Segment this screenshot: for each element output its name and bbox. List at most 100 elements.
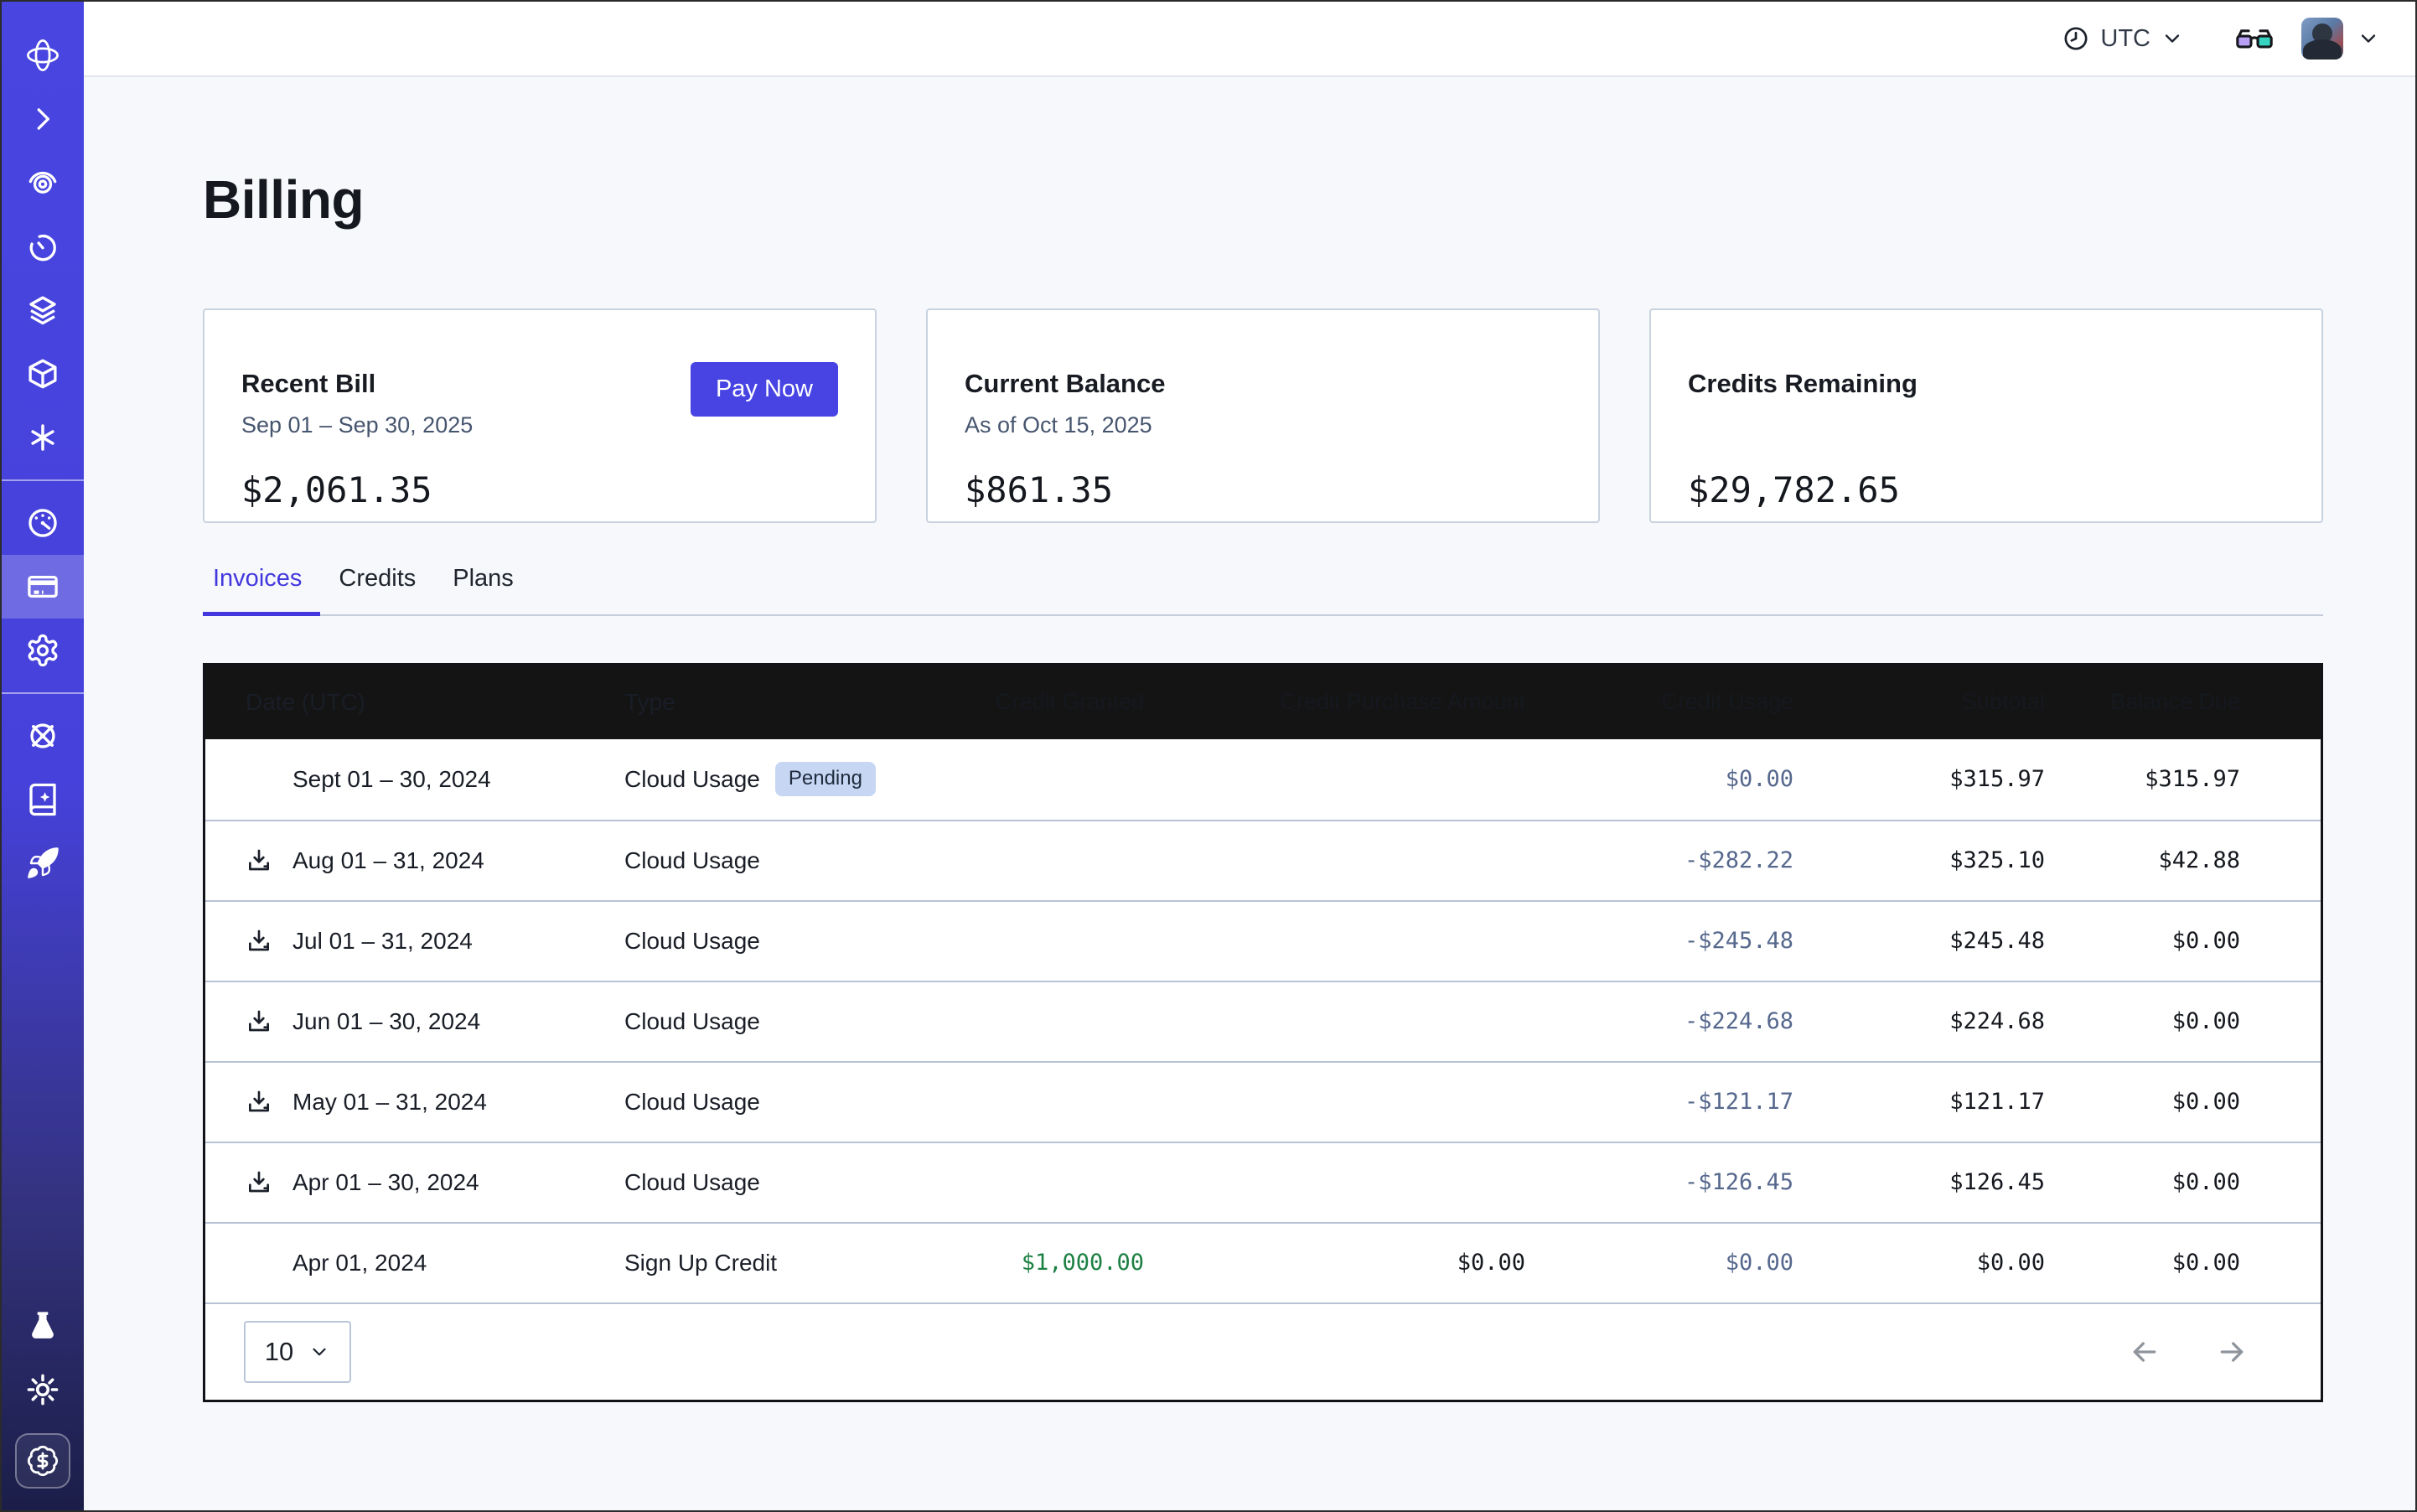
pay-now-button[interactable]: Pay Now — [691, 362, 838, 417]
subtotal-value: $121.17 — [1819, 1089, 2070, 1115]
invoice-type: Cloud Usage — [624, 928, 760, 955]
invoice-date: May 01 – 31, 2024 — [292, 1089, 487, 1116]
tab-invoices[interactable]: Invoices — [203, 565, 320, 614]
invoice-type: Cloud Usage — [624, 1089, 760, 1116]
theme-sun-icon[interactable] — [2, 1358, 84, 1421]
page-size-value: 10 — [265, 1337, 293, 1367]
table-row: Jul 01 – 31, 2024 Cloud Usage -$245.48 $… — [205, 900, 2321, 981]
table-row: Apr 01, 2024 Sign Up Credit $1,000.00 $0… — [205, 1222, 2321, 1302]
sidebar-expand-icon[interactable] — [2, 87, 84, 151]
asterisk-icon[interactable] — [2, 406, 84, 469]
arrow-right-icon — [2215, 1335, 2249, 1369]
subtotal-value: $224.68 — [1819, 1008, 2070, 1034]
usage-gauge-icon[interactable] — [2, 491, 84, 555]
subtotal-value: $315.97 — [1819, 766, 2070, 792]
table-row: Sept 01 – 30, 2024 Cloud Usage Pending $… — [205, 739, 2321, 820]
column-header-credit-purchase: Credit Purchase Amount — [1169, 689, 1550, 715]
current-balance-amount: $861.35 — [965, 469, 1561, 510]
status-badge: Pending — [775, 762, 876, 795]
chevron-down-icon — [2161, 27, 2184, 50]
previous-page-button[interactable] — [2128, 1335, 2161, 1369]
helm-wheel-icon[interactable] — [2, 704, 84, 768]
docs-book-icon[interactable] — [2, 768, 84, 831]
rocket-icon[interactable] — [2, 831, 84, 895]
insights-cyclone-icon[interactable] — [2, 151, 84, 215]
table-header-row: Date (UTC) Type Credit Granted Credit Pu… — [205, 665, 2321, 739]
sidebar-item-billing[interactable] — [2, 555, 84, 619]
invoice-type: Sign Up Credit — [624, 1250, 777, 1276]
balance-due-value: $0.00 — [2070, 1250, 2321, 1276]
page-size-select[interactable]: 10 — [244, 1321, 351, 1383]
clock-icon — [2062, 24, 2090, 53]
tab-credits[interactable]: Credits — [320, 565, 434, 614]
credit-usage-value: $0.00 — [1550, 766, 1819, 792]
column-header-balance-due: Balance Due — [2070, 689, 2321, 715]
download-invoice-icon[interactable] — [246, 1008, 272, 1035]
card-subtitle — [1688, 412, 2285, 441]
credits-badge-dollar-button[interactable] — [15, 1433, 70, 1489]
page-title: Billing — [203, 169, 2323, 231]
download-invoice-icon[interactable] — [246, 847, 272, 874]
tab-plans[interactable]: Plans — [434, 565, 532, 614]
download-invoice-icon[interactable] — [246, 928, 272, 955]
balance-due-value: $0.00 — [2070, 1008, 2321, 1034]
chevron-down-icon — [308, 1341, 330, 1363]
timezone-selector[interactable]: UTC — [2062, 24, 2184, 53]
user-avatar[interactable] — [2301, 18, 2343, 60]
credit-usage-value: -$245.48 — [1550, 928, 1819, 954]
main-content: Billing Recent Bill Sep 01 – Sep 30, 202… — [203, 77, 2323, 1402]
subtotal-value: $0.00 — [1819, 1250, 2070, 1276]
credits-remaining-card: Credits Remaining $29,782.65 — [1649, 308, 2323, 523]
invoice-date: Aug 01 – 31, 2024 — [292, 847, 484, 874]
credits-remaining-amount: $29,782.65 — [1688, 469, 2285, 510]
card-title: Current Balance — [965, 369, 1561, 399]
sidebar — [2, 2, 84, 1510]
invoices-table: Date (UTC) Type Credit Granted Credit Pu… — [203, 663, 2323, 1402]
invoice-date: Apr 01, 2024 — [292, 1250, 427, 1276]
balance-due-value: $0.00 — [2070, 928, 2321, 954]
sidebar-divider — [2, 692, 84, 694]
timer-icon[interactable] — [2, 215, 84, 278]
credit-purchase-value: $0.00 — [1169, 1250, 1550, 1276]
subtotal-value: $245.48 — [1819, 928, 2070, 954]
credit-granted-value: $1,000.00 — [893, 1250, 1169, 1276]
column-header-subtotal: Subtotal — [1819, 689, 2070, 715]
balance-due-value: $0.00 — [2070, 1089, 2321, 1115]
next-page-button[interactable] — [2215, 1335, 2249, 1369]
column-header-credit-usage: Credit Usage — [1550, 689, 1819, 715]
credit-usage-value: -$121.17 — [1550, 1089, 1819, 1115]
cube-icon[interactable] — [2, 342, 84, 406]
download-invoice-icon[interactable] — [246, 1169, 272, 1196]
pagination-controls — [2128, 1335, 2249, 1369]
download-invoice-icon[interactable] — [246, 1089, 272, 1116]
table-footer: 10 — [205, 1302, 2321, 1400]
invoice-date: Sept 01 – 30, 2024 — [292, 766, 491, 793]
table-row: Apr 01 – 30, 2024 Cloud Usage -$126.45 $… — [205, 1142, 2321, 1222]
topbar: UTC — [84, 2, 2415, 77]
invoice-type: Cloud Usage — [624, 766, 760, 793]
account-menu-chevron-icon[interactable] — [2357, 27, 2380, 50]
app-logo-icon[interactable] — [2, 23, 84, 87]
settings-gear-icon[interactable] — [2, 619, 84, 682]
invoice-type: Cloud Usage — [624, 847, 760, 874]
invoice-type: Cloud Usage — [624, 1169, 760, 1196]
table-row: May 01 – 31, 2024 Cloud Usage -$121.17 $… — [205, 1061, 2321, 1142]
labs-flask-icon[interactable] — [2, 1294, 84, 1358]
invoice-date: Jun 01 – 30, 2024 — [292, 1008, 480, 1035]
reader-glasses-icon[interactable] — [2236, 26, 2273, 51]
table-row: Aug 01 – 31, 2024 Cloud Usage -$282.22 $… — [205, 820, 2321, 900]
subtotal-value: $325.10 — [1819, 847, 2070, 873]
credit-usage-value: -$282.22 — [1550, 847, 1819, 873]
card-subtitle: As of Oct 15, 2025 — [965, 412, 1561, 441]
layers-icon[interactable] — [2, 278, 84, 342]
timezone-label: UTC — [2100, 25, 2150, 53]
invoice-date: Jul 01 – 31, 2024 — [292, 928, 473, 955]
sidebar-divider — [2, 479, 84, 481]
summary-cards: Recent Bill Sep 01 – Sep 30, 2025 $2,061… — [203, 308, 2323, 523]
column-header-credit-granted: Credit Granted — [893, 689, 1169, 715]
credit-usage-value: -$224.68 — [1550, 1008, 1819, 1034]
table-body: Sept 01 – 30, 2024 Cloud Usage Pending $… — [205, 739, 2321, 1302]
badge-dollar-icon — [26, 1444, 60, 1478]
current-balance-card: Current Balance As of Oct 15, 2025 $861.… — [926, 308, 1600, 523]
billing-tabs: Invoices Credits Plans — [203, 565, 2323, 616]
